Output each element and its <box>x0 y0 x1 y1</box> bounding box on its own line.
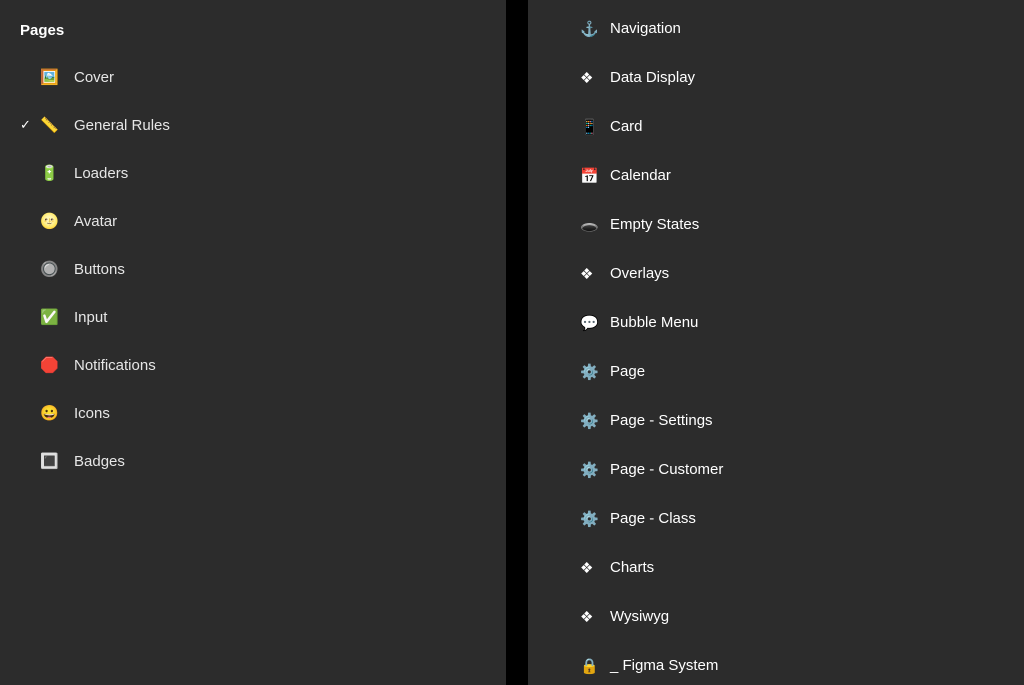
page-item-overlays[interactable]: ❖ Overlays <box>528 249 1024 298</box>
moon-face-icon: 🌝 <box>40 212 64 230</box>
page-item-avatar[interactable]: 🌝 Avatar <box>0 197 506 245</box>
page-item-figma-system[interactable]: 🔒 _ Figma System <box>528 641 1024 685</box>
pages-list-right: ⚓ Navigation ❖ Data Display 📱 Card 📅 Cal… <box>528 4 1024 685</box>
pages-panel-right: ⚓ Navigation ❖ Data Display 📱 Card 📅 Cal… <box>528 0 1024 685</box>
page-item-icons[interactable]: 😀 Icons <box>0 389 506 437</box>
pages-section-title: Pages <box>0 16 506 53</box>
gear-icon: ⚙️ <box>580 412 604 430</box>
page-item-label: General Rules <box>74 118 506 133</box>
page-item-wysiwyg[interactable]: ❖ Wysiwyg <box>528 592 1024 641</box>
hole-icon: 🕳️ <box>580 216 604 234</box>
page-item-label: Avatar <box>74 214 506 229</box>
app-root: Pages 🖼️ Cover ✓ 📏 General Rules 🔋 Loade… <box>0 0 1024 685</box>
page-item-label: Navigation <box>610 21 1024 36</box>
page-item-badges[interactable]: 🔳 Badges <box>0 437 506 485</box>
page-item-empty-states[interactable]: 🕳️ Empty States <box>528 200 1024 249</box>
radio-button-icon: 🔘 <box>40 260 64 278</box>
battery-icon: 🔋 <box>40 164 64 182</box>
page-item-cover[interactable]: 🖼️ Cover <box>0 53 506 101</box>
diamond-icon: ❖ <box>580 608 604 626</box>
diamond-icon: ❖ <box>580 69 604 87</box>
smile-icon: 😀 <box>40 404 64 422</box>
diamond-icon: ❖ <box>580 265 604 283</box>
page-item-page-customer[interactable]: ⚙️ Page - Customer <box>528 445 1024 494</box>
lock-icon: 🔒 <box>580 657 604 675</box>
page-item-label: Calendar <box>610 168 1024 183</box>
page-item-label: Wysiwyg <box>610 609 1024 624</box>
speech-bubble-icon: 💬 <box>580 314 604 332</box>
page-item-loaders[interactable]: 🔋 Loaders <box>0 149 506 197</box>
page-item-notifications[interactable]: 🛑 Notifications <box>0 341 506 389</box>
ruler-icon: 📏 <box>40 116 64 134</box>
page-item-data-display[interactable]: ❖ Data Display <box>528 53 1024 102</box>
square-icon: 🔳 <box>40 452 64 470</box>
page-item-label: Overlays <box>610 266 1024 281</box>
page-item-label: Cover <box>74 70 506 85</box>
anchor-icon: ⚓ <box>580 20 604 38</box>
gear-icon: ⚙️ <box>580 363 604 381</box>
page-item-label: Card <box>610 119 1024 134</box>
diamond-icon: ❖ <box>580 559 604 577</box>
page-item-calendar[interactable]: 📅 Calendar <box>528 151 1024 200</box>
page-item-general-rules[interactable]: ✓ 📏 General Rules <box>0 101 506 149</box>
pages-list-left: 🖼️ Cover ✓ 📏 General Rules 🔋 Loaders 🌝 A <box>0 53 506 535</box>
page-item-buttons[interactable]: 🔘 Buttons <box>0 245 506 293</box>
page-item-label: Page - Settings <box>610 413 1024 428</box>
page-item-label: Data Display <box>610 70 1024 85</box>
page-item-page[interactable]: ⚙️ Page <box>528 347 1024 396</box>
stop-sign-icon: 🛑 <box>40 356 64 374</box>
checkmark-icon: ✅ <box>40 308 64 326</box>
pages-panel-left: Pages 🖼️ Cover ✓ 📏 General Rules 🔋 Loade… <box>0 0 506 685</box>
page-item-page-settings[interactable]: ⚙️ Page - Settings <box>528 396 1024 445</box>
page-item-label: Notifications <box>74 358 506 373</box>
page-item-label: Charts <box>610 560 1024 575</box>
image-icon: 🖼️ <box>40 68 64 86</box>
page-item-label: Buttons <box>74 262 506 277</box>
calendar-icon: 📅 <box>580 167 604 185</box>
page-item-label: Page <box>610 364 1024 379</box>
phone-icon: 📱 <box>580 118 604 136</box>
page-item-label: Badges <box>74 454 506 469</box>
gear-icon: ⚙️ <box>580 461 604 479</box>
page-item-page-class[interactable]: ⚙️ Page - Class <box>528 494 1024 543</box>
gear-icon: ⚙️ <box>580 510 604 528</box>
page-item-card[interactable]: 📱 Card <box>528 102 1024 151</box>
page-item-label: Page - Class <box>610 511 1024 526</box>
page-item-label: Loaders <box>74 166 506 181</box>
page-item-label: Empty States <box>610 217 1024 232</box>
page-item-label: _ Figma System <box>610 658 1024 673</box>
page-item-navigation[interactable]: ⚓ Navigation <box>528 4 1024 53</box>
page-item-input[interactable]: ✅ Input <box>0 293 506 341</box>
page-item-bubble-menu[interactable]: 💬 Bubble Menu <box>528 298 1024 347</box>
page-item-label: Input <box>74 310 506 325</box>
selection-check-icon: ✓ <box>20 117 40 133</box>
page-item-label: Icons <box>74 406 506 421</box>
page-item-label: Page - Customer <box>610 462 1024 477</box>
page-item-label: Bubble Menu <box>610 315 1024 330</box>
page-item-charts[interactable]: ❖ Charts <box>528 543 1024 592</box>
